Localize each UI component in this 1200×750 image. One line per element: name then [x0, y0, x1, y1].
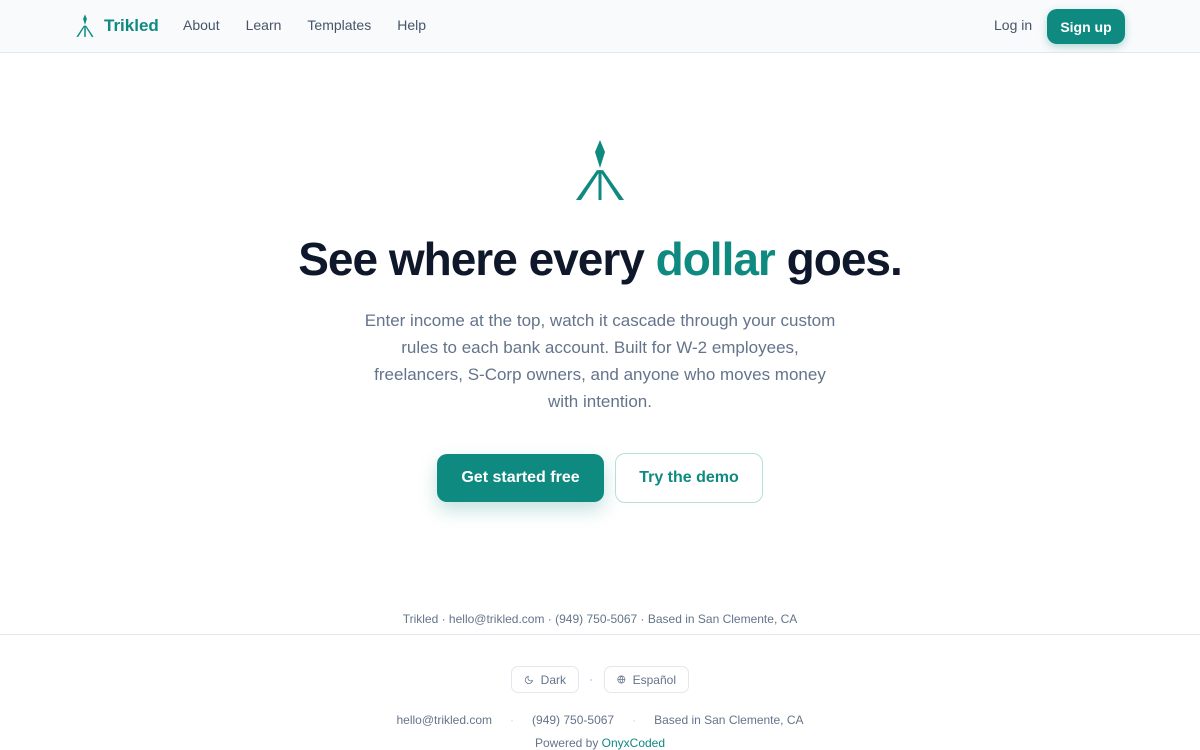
language-label: Español: [632, 672, 676, 687]
footer-separator: ·: [632, 713, 637, 727]
headline-accent: dollar: [655, 233, 776, 285]
trikled-logo-icon: [76, 14, 94, 37]
login-link[interactable]: Log in: [994, 17, 1032, 33]
nav-link-about[interactable]: About: [183, 17, 220, 33]
language-toggle[interactable]: Español: [604, 666, 689, 693]
footer-location: Based in San Clemente, CA: [654, 713, 804, 727]
moon-icon: [524, 675, 533, 684]
nav-link-templates[interactable]: Templates: [307, 17, 371, 33]
footer-phone-link[interactable]: (949) 750-5067: [532, 713, 614, 727]
nav-link-help[interactable]: Help: [397, 17, 426, 33]
try-demo-button[interactable]: Try the demo: [615, 453, 763, 503]
hero-logo-icon: [576, 140, 624, 200]
brand-name: Trikled: [104, 16, 159, 35]
footer-email-link[interactable]: hello@trikled.com: [396, 713, 492, 727]
footer-separator: ·: [510, 713, 515, 727]
footer-divider: [0, 634, 1200, 635]
signup-button[interactable]: Sign up: [1047, 9, 1125, 44]
brand-logo-link[interactable]: Trikled: [76, 14, 159, 38]
powered-by: Powered by OnyxCoded: [0, 736, 1200, 750]
main-nav: About Learn Templates Help: [183, 17, 426, 33]
globe-icon: [617, 675, 626, 684]
powered-by-link[interactable]: OnyxCoded: [602, 736, 665, 750]
nav-link-learn[interactable]: Learn: [246, 17, 282, 33]
headline-before: See where every: [298, 233, 656, 285]
get-started-button[interactable]: Get started free: [437, 454, 604, 502]
dark-mode-label: Dark: [540, 672, 566, 687]
top-navbar: Trikled About Learn Templates Help Log i…: [0, 0, 1200, 53]
contact-line: Trikled · hello@trikled.com · (949) 750-…: [402, 612, 798, 626]
separator-dot: [590, 679, 592, 681]
powered-prefix: Powered by: [534, 736, 602, 750]
dark-mode-toggle[interactable]: Dark: [511, 666, 579, 693]
headline-after: goes.: [774, 233, 903, 285]
hero-headline: See where every dollar goes.: [0, 232, 1200, 286]
hero-subtext: Enter income at the top, watch it cascad…: [364, 311, 836, 411]
footer-contact-info: hello@trikled.com · (949) 750-5067 · Bas…: [0, 713, 1200, 727]
